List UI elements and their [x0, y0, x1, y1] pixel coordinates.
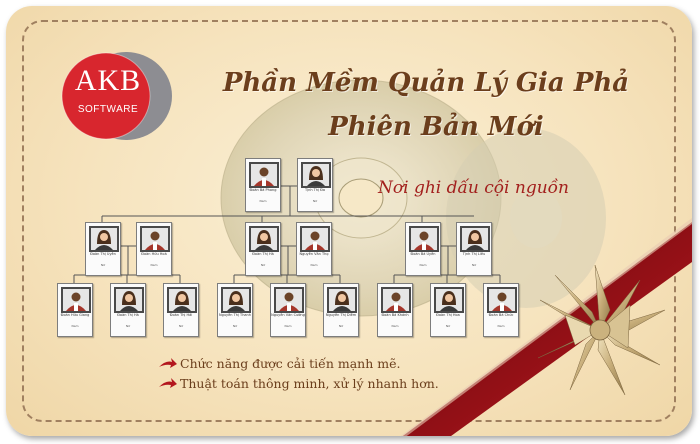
person-gender: Nữ [312, 199, 318, 203]
person-name: Đoàn Thị Hà [252, 252, 274, 256]
male-portrait-icon [140, 226, 170, 252]
person-card[interactable]: Nguyễn Văn Thọ Nam [296, 222, 332, 276]
person-name: Đoàn Bá Uyên [410, 252, 436, 256]
female-portrait-icon [460, 226, 490, 252]
person-name: Nguyễn Thị Diễm [325, 313, 357, 317]
person-name: Đoàn Thị Hoa [436, 313, 460, 317]
person-name: Đoàn Hữu Hoà [141, 252, 167, 256]
person-gender: Nữ [125, 324, 131, 328]
person-card[interactable]: Tịnh Thị Đa Nữ [297, 158, 333, 212]
person-name: Tịnh Thị Liêu [462, 252, 486, 256]
female-portrait-icon [301, 162, 331, 188]
person-card[interactable]: Nguyễn Văn Cường Nam [270, 283, 306, 337]
person-gender: Nữ [232, 324, 238, 328]
person-gender: Nam [497, 324, 505, 328]
person-name: Đoàn Thị Hải [169, 313, 193, 317]
red-arrow-icon [159, 358, 177, 368]
person-card[interactable]: Nguyễn Thị Diễm Nữ [323, 283, 359, 337]
person-card[interactable]: Tịnh Thị Liêu Nữ [456, 222, 492, 276]
female-portrait-icon [167, 287, 197, 313]
person-gender: Nam [284, 324, 292, 328]
female-portrait-icon [114, 287, 144, 313]
male-portrait-icon [300, 226, 330, 252]
red-arrow-icon [159, 378, 177, 388]
person-card[interactable]: Đoàn Bá Phong Nam [245, 158, 281, 212]
person-gender: Nữ [471, 263, 477, 267]
person-card[interactable]: Đoàn Thị Hà Nữ [110, 283, 146, 337]
person-gender: Nữ [178, 324, 184, 328]
male-portrait-icon [61, 287, 91, 313]
person-name: Đoàn Thị Hà [117, 313, 139, 317]
person-card[interactable]: Đoàn Thị Hải Nữ [163, 283, 199, 337]
person-card[interactable]: Đoàn Hữu Giang Nam [57, 283, 93, 337]
person-card[interactable]: Đoàn Bá Uyên Nam [405, 222, 441, 276]
female-portrait-icon [89, 226, 119, 252]
person-card[interactable]: Đoàn Hữu Hoà Nam [136, 222, 172, 276]
person-name: Nguyễn Văn Cường [271, 313, 305, 317]
person-name: Nguyễn Thị Thanh [219, 313, 251, 317]
feature-text: Thuật toán thông minh, xử lý nhanh hơn. [180, 376, 439, 391]
male-portrait-icon [409, 226, 439, 252]
person-gender: Nam [150, 263, 158, 267]
person-card[interactable]: Đoàn Bá Khánh Nam [377, 283, 413, 337]
person-card[interactable]: Đoàn Thị Hà Nữ [245, 222, 281, 276]
person-name: Tịnh Thị Đa [305, 188, 325, 192]
person-gender: Nam [259, 199, 267, 203]
person-name: Đoàn Thị Uyên [90, 252, 116, 256]
person-name: Nguyễn Văn Thọ [299, 252, 329, 256]
person-card[interactable]: Đoàn Thị Uyên Nữ [85, 222, 121, 276]
male-portrait-icon [487, 287, 517, 313]
person-name: Đoàn Bá Phong [249, 188, 277, 192]
male-portrait-icon [274, 287, 304, 313]
person-gender: Nam [310, 263, 318, 267]
female-portrait-icon [434, 287, 464, 313]
male-portrait-icon [249, 162, 279, 188]
person-gender: Nam [71, 324, 79, 328]
person-gender: Nữ [260, 263, 266, 267]
person-gender: Nữ [338, 324, 344, 328]
person-gender: Nữ [445, 324, 451, 328]
person-card[interactable]: Đoàn Bá Chức Nam [483, 283, 519, 337]
male-portrait-icon [381, 287, 411, 313]
female-portrait-icon [327, 287, 357, 313]
person-gender: Nam [391, 324, 399, 328]
person-name: Đoàn Bá Khánh [381, 313, 409, 317]
person-gender: Nam [419, 263, 427, 267]
person-gender: Nữ [100, 263, 106, 267]
female-portrait-icon [249, 226, 279, 252]
feature-text: Chức năng được cải tiến mạnh mẽ. [180, 356, 401, 371]
person-name: Đoàn Hữu Giang [60, 313, 90, 317]
female-portrait-icon [221, 287, 251, 313]
person-card[interactable]: Đoàn Thị Hoa Nữ [430, 283, 466, 337]
person-card[interactable]: Nguyễn Thị Thanh Nữ [217, 283, 253, 337]
person-name: Đoàn Bá Chức [488, 313, 514, 317]
